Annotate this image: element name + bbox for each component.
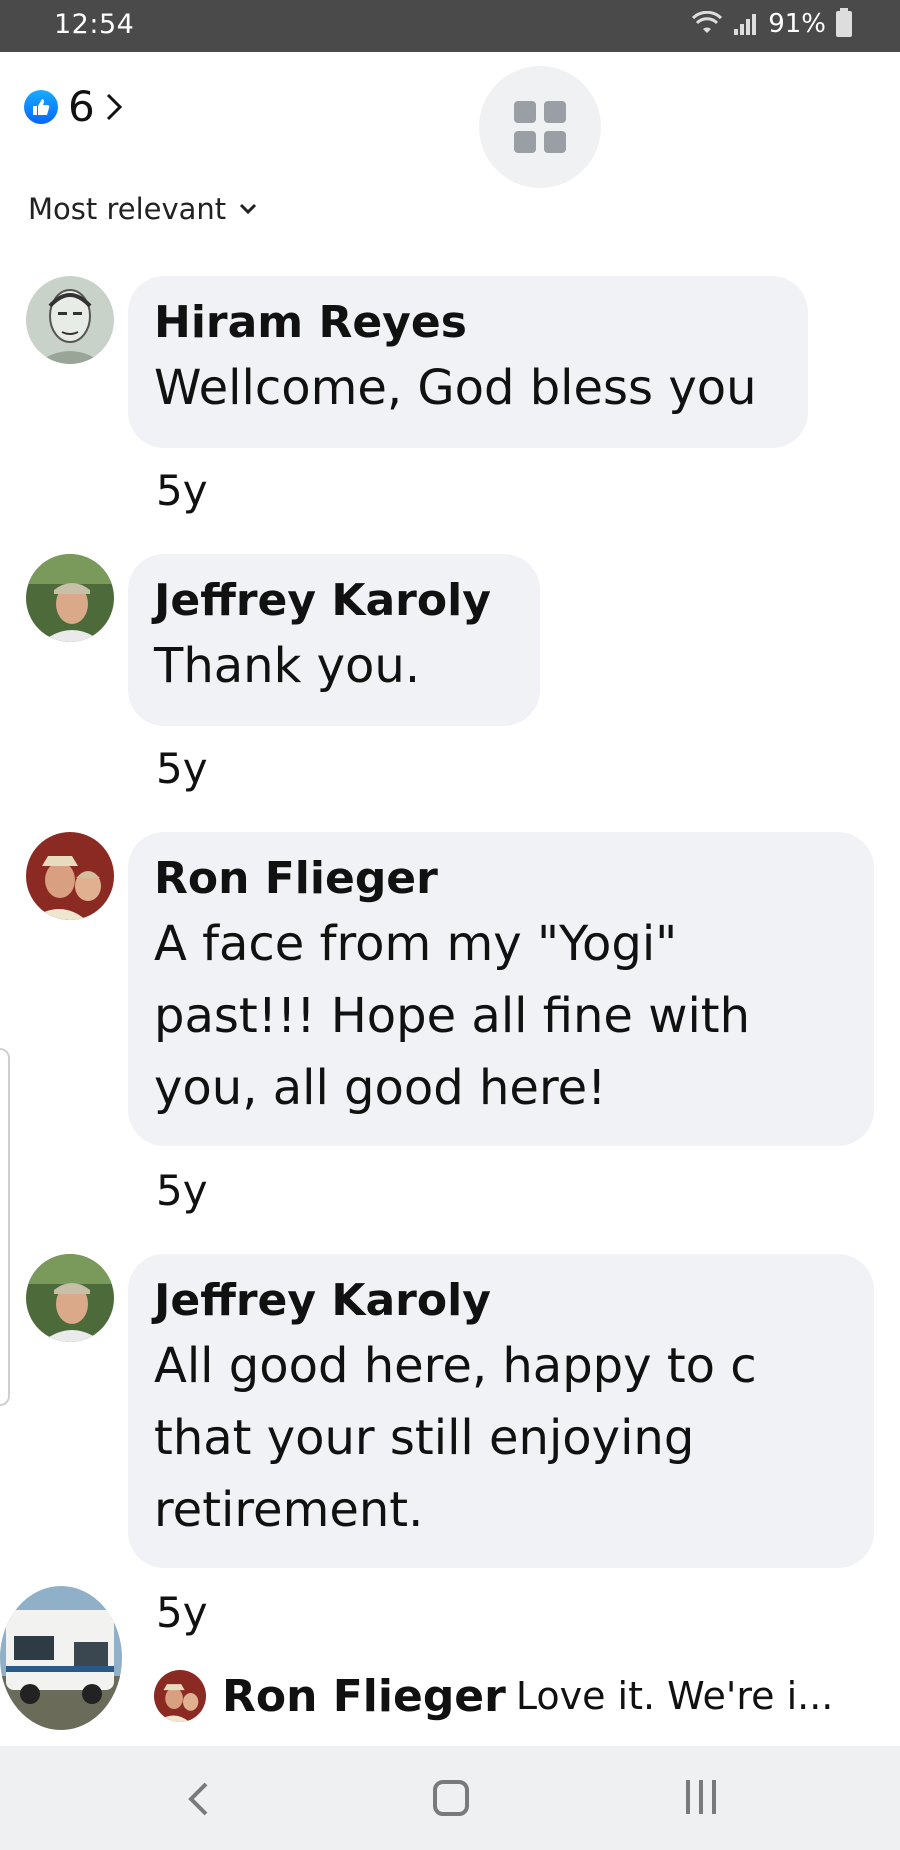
- comment-bubble[interactable]: Jeffrey Karoly All good here, happy to c…: [128, 1254, 874, 1568]
- chevron-down-icon: [240, 203, 257, 215]
- comment-time[interactable]: 5y: [156, 466, 208, 515]
- comment-time[interactable]: 5y: [156, 744, 208, 793]
- reply-preview[interactable]: Ron Flieger Love it. We're i...: [154, 1670, 833, 1722]
- grid-menu-button[interactable]: [479, 66, 601, 188]
- comment-text: Thank you.: [154, 638, 421, 694]
- grid-icon: [514, 101, 566, 153]
- sort-dropdown[interactable]: Most relevant: [28, 192, 258, 226]
- avatar[interactable]: [26, 1254, 114, 1342]
- avatar[interactable]: [26, 276, 114, 364]
- comment-bubble[interactable]: Ron Flieger A face from my "Yogi" past!!…: [128, 832, 874, 1146]
- back-icon[interactable]: [186, 1780, 210, 1818]
- battery-percent: 91%: [768, 9, 826, 39]
- thumbs-up-icon: [24, 89, 58, 124]
- comment-text: A face from my "Yogi" past!!! Hope all f…: [154, 916, 751, 1116]
- reactions-summary[interactable]: 6: [24, 82, 123, 131]
- comment-author[interactable]: Ron Flieger: [154, 850, 848, 908]
- reply-avatar: [154, 1670, 206, 1722]
- avatar[interactable]: [26, 832, 114, 920]
- comment-author[interactable]: Jeffrey Karoly: [154, 572, 514, 630]
- comment-author[interactable]: Jeffrey Karoly: [154, 1272, 848, 1330]
- navigation-bar: [0, 1746, 900, 1850]
- reply-author[interactable]: Ron Flieger: [222, 1671, 506, 1722]
- home-icon[interactable]: [433, 1780, 469, 1816]
- comment-text: Wellcome, God bless you: [154, 360, 757, 416]
- signal-icon: [734, 14, 757, 35]
- status-bar: 12:54 91%: [0, 0, 900, 52]
- wifi-icon: [692, 11, 723, 33]
- comment-bubble[interactable]: Jeffrey Karoly Thank you.: [128, 554, 540, 726]
- chevron-right-icon: [106, 93, 122, 120]
- recents-icon[interactable]: [686, 1780, 716, 1814]
- avatar[interactable]: [26, 554, 114, 642]
- battery-icon: [836, 8, 852, 37]
- sort-label: Most relevant: [28, 192, 227, 226]
- comment-time[interactable]: 5y: [156, 1166, 208, 1215]
- reaction-count: 6: [68, 82, 95, 131]
- comment-text: All good here, happy to c that your stil…: [154, 1338, 757, 1538]
- comment-author[interactable]: Hiram Reyes: [154, 294, 782, 352]
- side-panel-handle[interactable]: [0, 1048, 10, 1406]
- status-indicators: 91%: [692, 8, 852, 39]
- status-time: 12:54: [54, 9, 135, 40]
- reply-text: Love it. We're i...: [515, 1674, 834, 1718]
- floating-video-thumbnail[interactable]: [0, 1586, 122, 1730]
- comment-time[interactable]: 5y: [156, 1588, 208, 1637]
- comment-bubble[interactable]: Hiram Reyes Wellcome, God bless you: [128, 276, 808, 448]
